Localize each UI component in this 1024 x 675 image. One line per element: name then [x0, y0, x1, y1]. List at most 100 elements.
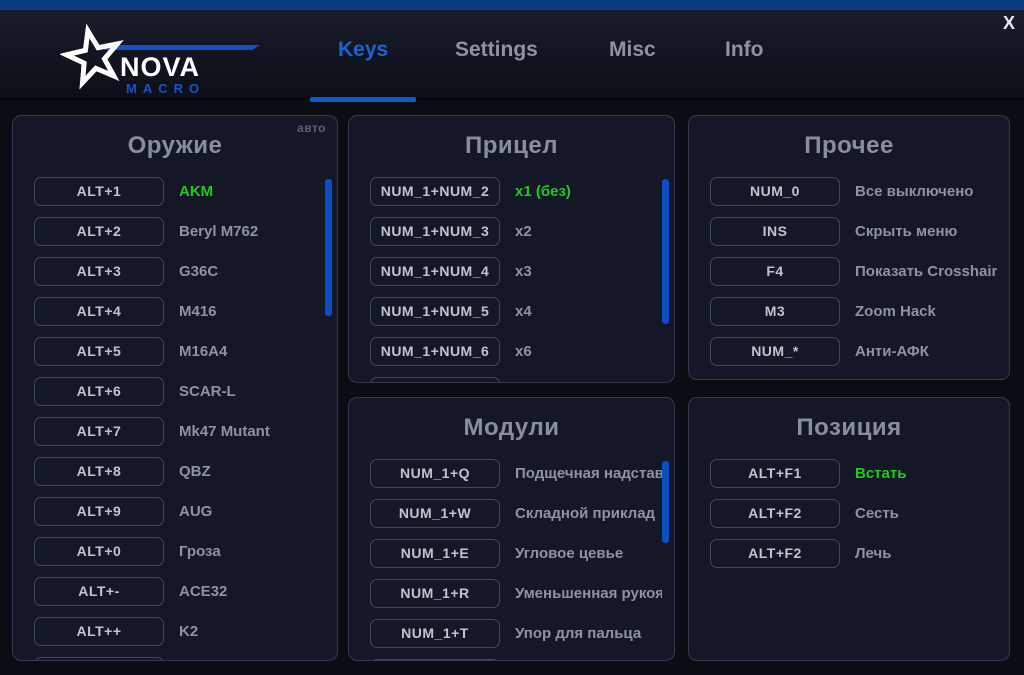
panel-title-weapons: Оружие — [13, 116, 337, 161]
hotkey-button[interactable]: NUM_0 — [710, 177, 840, 206]
hotkey-button[interactable]: ALT+5 — [34, 337, 164, 366]
hotkey-button[interactable]: ALT+3 — [34, 257, 164, 286]
app-logo: NOVA MACRO — [52, 12, 227, 100]
hotkey-action-label: x4 — [515, 303, 662, 320]
hotkey-button[interactable]: ALT+- — [34, 577, 164, 606]
hotkey-button[interactable] — [34, 657, 164, 662]
hotkey-action-label: AKM — [179, 183, 325, 200]
tab-misc[interactable]: Misc — [609, 38, 656, 62]
hotkey-row: NUM_1+NUM_5 x4 — [349, 291, 674, 331]
hotkey-row: ALT+5 M16A4 — [13, 331, 337, 371]
hotkey-row: NUM_1+NUM_6 x6 — [349, 331, 674, 371]
hotkey-button[interactable]: ALT+1 — [34, 177, 164, 206]
active-tab-underline — [310, 97, 416, 102]
hotkey-row: NUM_0 Все выключено — [689, 171, 1009, 211]
panel-position: Позиция ALT+F1 Встать ALT+F2 Сесть ALT+F… — [688, 397, 1010, 661]
scrollbar-thumb[interactable] — [662, 461, 669, 543]
hotkey-row: NUM_1+W Складной приклад — [349, 493, 674, 533]
hotkey-action-label: x2 — [515, 223, 662, 240]
hotkey-action-label: Сесть — [855, 505, 997, 522]
hotkey-button[interactable]: ALT+9 — [34, 497, 164, 526]
scrollbar-thumb[interactable] — [662, 179, 669, 324]
hotkey-row: ALT+7 Mk47 Mutant — [13, 411, 337, 451]
hotkey-action-label: Mk47 Mutant — [179, 423, 325, 440]
hotkey-button[interactable]: ALT+2 — [34, 217, 164, 246]
tab-settings[interactable]: Settings — [455, 38, 538, 62]
hotkey-row: NUM_1+NUM_4 x3 — [349, 251, 674, 291]
hotkey-row: NUM_1+T Упор для пальца — [349, 613, 674, 653]
hotkey-list-scope: NUM_1+NUM_2 x1 (без) NUM_1+NUM_3 x2 NUM_… — [349, 171, 674, 383]
hotkey-button[interactable]: NUM_1+W — [370, 499, 500, 528]
hotkey-button[interactable]: INS — [710, 217, 840, 246]
hotkey-row: ALT+F1 Встать — [689, 453, 1009, 493]
hotkey-button[interactable]: NUM_* — [710, 337, 840, 366]
hotkey-list-weapons: ALT+1 AKM ALT+2 Beryl M762 ALT+3 G36C AL… — [13, 171, 337, 661]
hotkey-action-label: Складной приклад — [515, 505, 662, 522]
panel-title-position: Позиция — [689, 398, 1009, 443]
panel-modules: Модули NUM_1+Q Подщечная надстав NUM_1+W… — [348, 397, 675, 661]
hotkey-row: NUM_1+Q Подщечная надстав — [349, 453, 674, 493]
hotkey-action-label: Подщечная надстав — [515, 465, 662, 482]
star-icon — [60, 14, 126, 96]
hotkey-button[interactable]: ALT+4 — [34, 297, 164, 326]
title-bar — [0, 0, 1024, 10]
hotkey-action-label: Beryl M762 — [179, 223, 325, 240]
hotkey-button[interactable] — [370, 659, 500, 662]
hotkey-action-label: Встать — [855, 465, 997, 482]
hotkey-button[interactable]: ALT+0 — [34, 537, 164, 566]
hotkey-row: M3 Zoom Hack — [689, 291, 1009, 331]
close-button[interactable]: X — [998, 12, 1020, 34]
hotkey-action-label: Угловое цевье — [515, 545, 662, 562]
hotkey-button[interactable]: ALT+7 — [34, 417, 164, 446]
hotkey-row — [13, 651, 337, 661]
hotkey-button[interactable]: ALT+F2 — [710, 539, 840, 568]
hotkey-row: ALT+4 M416 — [13, 291, 337, 331]
hotkey-action-label: Скрыть меню — [855, 223, 997, 240]
hotkey-button[interactable]: F4 — [710, 257, 840, 286]
hotkey-button[interactable]: ALT+6 — [34, 377, 164, 406]
hotkey-row: NUM_1+R Уменьшенная рукоя — [349, 573, 674, 613]
panel-title-scope: Прицел — [349, 116, 674, 161]
hotkey-action-label: SCAR-L — [179, 383, 325, 400]
hotkey-action-label: x1 (без) — [515, 183, 662, 200]
hotkey-button[interactable]: NUM_1+T — [370, 619, 500, 648]
hotkey-action-label: Zoom Hack — [855, 303, 997, 320]
hotkey-action-label: QBZ — [179, 463, 325, 480]
auto-badge: авто — [297, 121, 326, 135]
hotkey-action-label: Анти-АФК — [855, 343, 997, 360]
hotkey-button[interactable]: ALT+8 — [34, 457, 164, 486]
hotkey-button[interactable]: ALT+F1 — [710, 459, 840, 488]
panel-title-other: Прочее — [689, 116, 1009, 161]
tab-info[interactable]: Info — [725, 38, 763, 62]
hotkey-button[interactable]: NUM_1+Q — [370, 459, 500, 488]
hotkey-button[interactable]: NUM_1+NUM_2 — [370, 177, 500, 206]
hotkey-button[interactable]: NUM_1+E — [370, 539, 500, 568]
hotkey-action-label: Показать Crosshair — [855, 263, 997, 280]
hotkey-button[interactable]: NUM_1+NUM_4 — [370, 257, 500, 286]
hotkey-row: ALT+2 Beryl M762 — [13, 211, 337, 251]
hotkey-row: ALT+6 SCAR-L — [13, 371, 337, 411]
tab-keys[interactable]: Keys — [338, 38, 388, 62]
hotkey-button[interactable]: NUM_1+NUM_3 — [370, 217, 500, 246]
hotkey-action-label: Упор для пальца — [515, 625, 662, 642]
logo-swoosh-line — [104, 45, 260, 50]
hotkey-button[interactable]: M3 — [710, 297, 840, 326]
hotkey-button[interactable]: NUM_1+R — [370, 579, 500, 608]
hotkey-row: ALT+1 AKM — [13, 171, 337, 211]
hotkey-row: ALT+F2 Лечь — [689, 533, 1009, 573]
hotkey-button[interactable]: ALT+F2 — [710, 499, 840, 528]
scrollbar-thumb[interactable] — [325, 179, 332, 316]
hotkey-action-label: M416 — [179, 303, 325, 320]
logo-title: NOVA — [120, 52, 200, 83]
hotkey-row: INS Скрыть меню — [689, 211, 1009, 251]
hotkey-button[interactable]: NUM_1+NUM_6 — [370, 337, 500, 366]
hotkey-row: ALT+9 AUG — [13, 491, 337, 531]
hotkey-row: NUM_1+NUM_2 x1 (без) — [349, 171, 674, 211]
logo-subtitle: MACRO — [126, 81, 205, 96]
hotkey-row: NUM_1+E Угловое цевье — [349, 533, 674, 573]
hotkey-button[interactable]: ALT++ — [34, 617, 164, 646]
hotkey-button[interactable]: NUM_1+NUM_5 — [370, 297, 500, 326]
hotkey-button[interactable] — [370, 377, 500, 384]
hotkey-action-label: x6 — [515, 343, 662, 360]
hotkey-action-label: G36C — [179, 263, 325, 280]
